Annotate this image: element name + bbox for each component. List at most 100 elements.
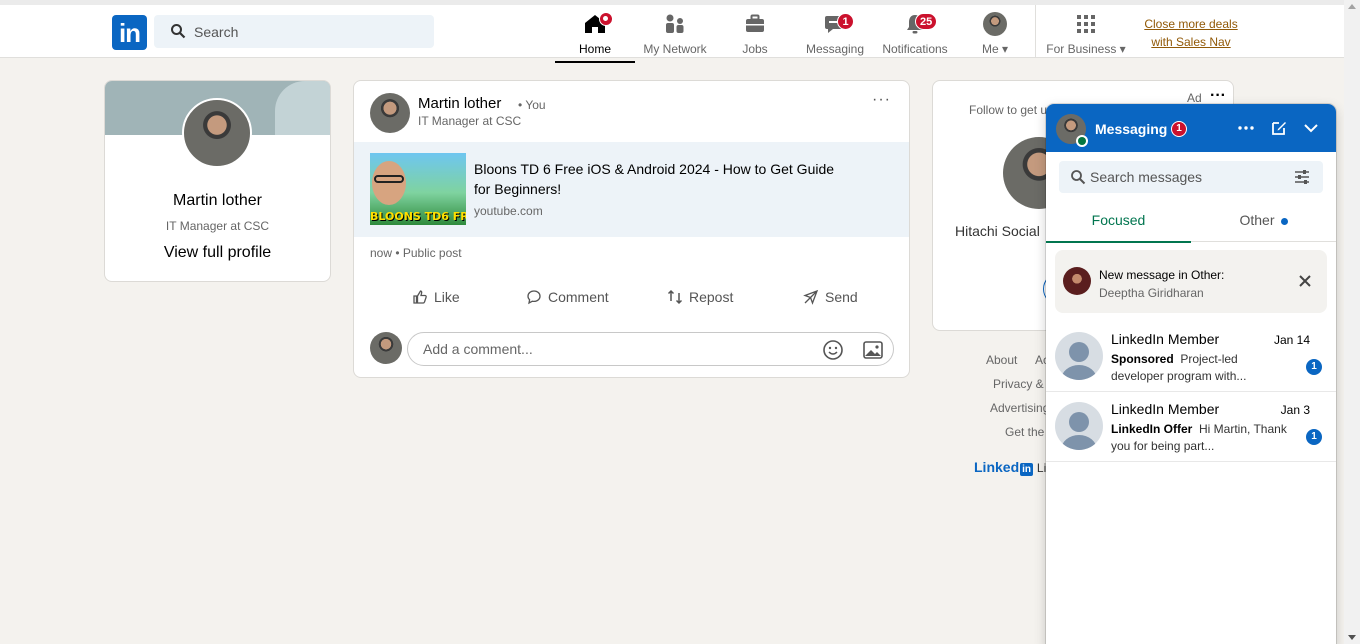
- conversation-date: Jan 3: [1280, 403, 1310, 417]
- footer-link-about[interactable]: About: [986, 353, 1017, 367]
- like-button[interactable]: Like: [412, 286, 460, 308]
- sales-nav-line-1: Close more deals: [1144, 17, 1238, 31]
- search-input[interactable]: [194, 15, 424, 48]
- conversation-item[interactable]: LinkedIn Member Jan 3 LinkedIn Offer Hi …: [1046, 392, 1336, 462]
- send-button[interactable]: Send: [803, 286, 858, 308]
- thumbnail-text: BLOONS TD6 FREE: [370, 210, 466, 223]
- nav-divider: [1035, 5, 1036, 57]
- link-title[interactable]: Bloons TD 6 Free iOS & Android 2024 - Ho…: [474, 159, 854, 199]
- footer-link-get-app[interactable]: Get the: [1005, 425, 1044, 439]
- sales-nav-line-2: with Sales Nav: [1151, 35, 1231, 49]
- post-author-subtitle: IT Manager at CSC: [418, 114, 522, 128]
- post-card: Martin lother • You IT Manager at CSC ··…: [353, 80, 910, 378]
- footer-logo-in: in: [1020, 463, 1034, 476]
- nav-me-label: Me: [981, 42, 999, 56]
- ad-more-options-button[interactable]: ···: [1210, 87, 1226, 105]
- nav-notifications[interactable]: 25 Notifications: [875, 10, 955, 62]
- ad-label: Ad: [1187, 91, 1202, 105]
- message-search-bar[interactable]: [1059, 161, 1323, 193]
- messaging-header[interactable]: Messaging 1: [1046, 104, 1336, 152]
- sales-nav-promo-link[interactable]: Close more deals with Sales Nav: [1141, 15, 1241, 51]
- like-label: Like: [434, 289, 460, 305]
- conversation-item[interactable]: LinkedIn Member Jan 14 Sponsored Project…: [1046, 322, 1336, 392]
- nav-jobs[interactable]: Jobs: [715, 10, 795, 62]
- post-author-you-tag: • You: [518, 98, 546, 112]
- search-icon: [171, 24, 186, 39]
- conversation-unread-badge: 1: [1306, 429, 1322, 445]
- unread-dot: [1280, 217, 1288, 225]
- filter-icon[interactable]: [1294, 169, 1310, 185]
- grid-icon: [1077, 15, 1095, 33]
- compose-icon[interactable]: [1270, 119, 1288, 137]
- nav-for-business[interactable]: For Business ▾: [1046, 10, 1126, 62]
- comment-avatar: [370, 332, 402, 364]
- link-domain: youtube.com: [474, 204, 543, 218]
- comment-button[interactable]: Comment: [526, 286, 609, 308]
- link-preview[interactable]: BLOONS TD6 FREE Bloons TD 6 Free iOS & A…: [354, 142, 909, 237]
- tab-focused[interactable]: Focused: [1046, 204, 1191, 243]
- nav-messaging-label: Messaging: [805, 42, 865, 56]
- page-scrollbar[interactable]: [1344, 0, 1360, 644]
- new-message-notice[interactable]: New message in Other: Deeptha Giridharan: [1055, 250, 1327, 313]
- close-icon[interactable]: [1298, 274, 1312, 288]
- briefcase-icon: [746, 14, 764, 32]
- repost-button[interactable]: Repost: [667, 286, 733, 308]
- post-author-name[interactable]: Martin lother: [418, 95, 501, 112]
- chevron-down-icon: ▾: [1001, 42, 1009, 56]
- chevron-down-icon[interactable]: [1302, 119, 1320, 137]
- profile-card: Martin lother IT Manager at CSC View ful…: [104, 80, 331, 282]
- comment-input[interactable]: [423, 333, 803, 365]
- comment-label: Comment: [548, 289, 609, 305]
- online-status-indicator: [1076, 135, 1088, 147]
- avatar: [983, 12, 1007, 36]
- profile-title: IT Manager at CSC: [165, 219, 270, 233]
- comment-icon: [527, 290, 541, 305]
- conversation-avatar: [1055, 332, 1103, 380]
- home-badge: [599, 12, 613, 26]
- link-thumbnail: BLOONS TD6 FREE: [370, 153, 466, 225]
- profile-name[interactable]: Martin lother: [105, 192, 330, 210]
- profile-avatar[interactable]: [182, 98, 252, 168]
- nav-home[interactable]: Home: [555, 10, 635, 63]
- footer-link-privacy[interactable]: Privacy &: [993, 377, 1044, 391]
- chevron-down-icon: ▾: [1119, 42, 1126, 56]
- tab-other[interactable]: Other: [1191, 204, 1336, 242]
- post-more-options-button[interactable]: ···: [872, 91, 891, 109]
- emoji-icon[interactable]: [822, 339, 844, 361]
- scroll-down-arrow-icon[interactable]: [1348, 635, 1356, 640]
- conversation-date: Jan 14: [1273, 333, 1310, 347]
- nav-notifications-label: Notifications: [882, 42, 948, 56]
- linkedin-logo[interactable]: in: [112, 15, 147, 50]
- footer-link-advertising[interactable]: Advertising: [990, 401, 1049, 415]
- notice-avatar: [1063, 267, 1091, 295]
- notice-title: New message in Other:: [1099, 268, 1225, 282]
- messaging-nav-badge: 1: [837, 13, 854, 30]
- search-icon: [1071, 170, 1086, 185]
- nav-my-network-label: My Network: [643, 42, 707, 56]
- nav-me[interactable]: Me ▾: [955, 10, 1035, 62]
- nav-messaging[interactable]: 1 Messaging: [795, 10, 875, 62]
- view-full-profile-link[interactable]: View full profile: [105, 244, 330, 262]
- notifications-badge: 25: [915, 13, 938, 30]
- search-bar[interactable]: [154, 15, 434, 48]
- tab-focused-label: Focused: [1091, 212, 1146, 228]
- scroll-up-arrow-icon[interactable]: [1348, 4, 1356, 9]
- more-options-icon[interactable]: [1237, 119, 1255, 137]
- ad-company-name[interactable]: Hitachi Social: [955, 223, 1040, 239]
- conversation-unread-badge: 1: [1306, 359, 1322, 375]
- thumbs-up-icon: [413, 290, 427, 304]
- nav-my-network[interactable]: My Network: [635, 10, 715, 62]
- messaging-header-badge: 1: [1171, 121, 1187, 137]
- message-search-input[interactable]: [1090, 161, 1290, 193]
- image-icon[interactable]: [862, 339, 884, 361]
- messaging-tabs: Focused Other: [1046, 204, 1336, 243]
- footer-logo-text: Linked: [974, 459, 1020, 475]
- conversation-tag: Sponsored: [1111, 352, 1174, 366]
- tab-other-label: Other: [1239, 212, 1275, 228]
- send-label: Send: [825, 289, 858, 305]
- comment-box[interactable]: [407, 332, 894, 366]
- notice-sender: Deeptha Giridharan: [1099, 286, 1204, 300]
- nav-home-label: Home: [578, 42, 611, 56]
- post-author-avatar[interactable]: [370, 93, 410, 133]
- nav-jobs-label: Jobs: [742, 42, 768, 56]
